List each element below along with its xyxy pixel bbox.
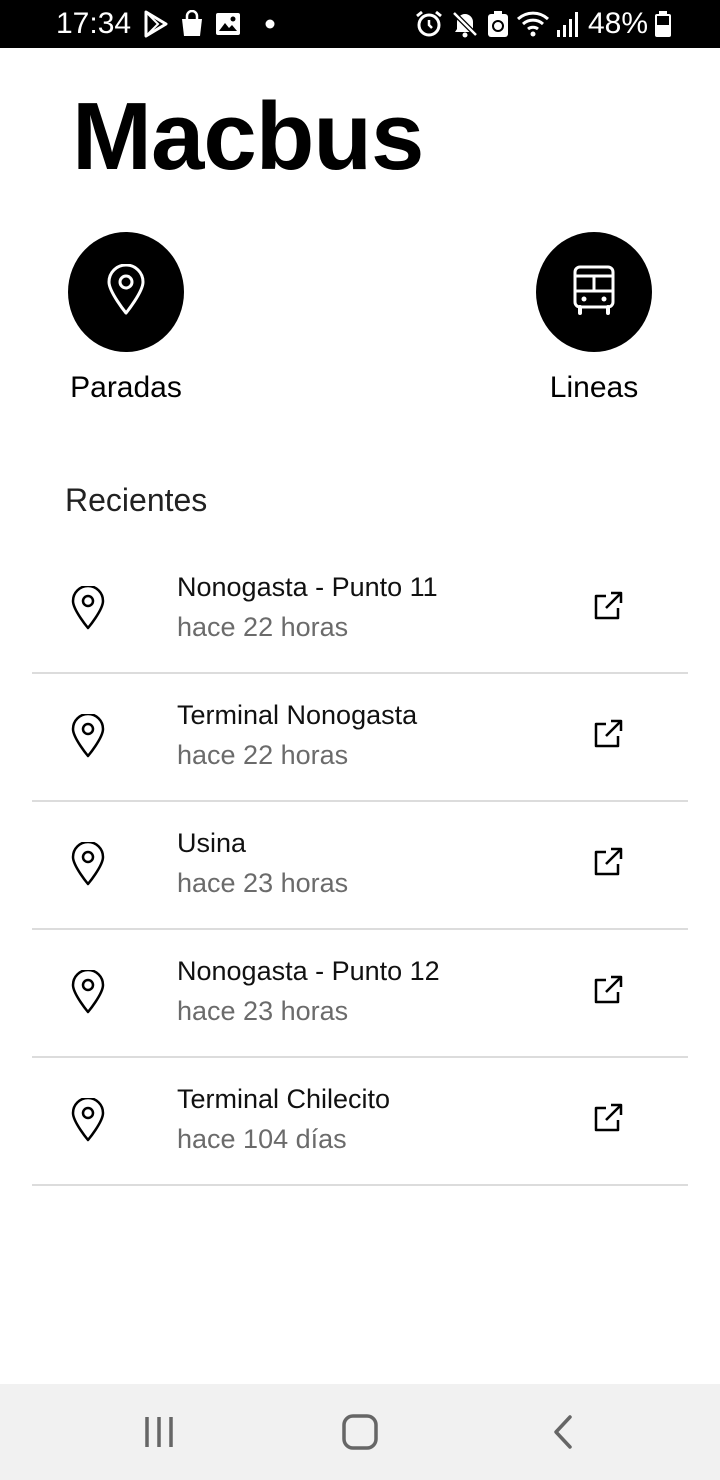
external-link-icon[interactable] xyxy=(588,1098,628,1138)
status-time: 17:34 xyxy=(56,7,132,40)
recent-item[interactable]: Terminal Chilecito hace 104 días xyxy=(32,1058,688,1186)
recent-item-time: hace 23 horas xyxy=(177,868,349,898)
recent-item-name: Nonogasta - Punto 12 xyxy=(177,956,440,986)
status-right-icons: 48% xyxy=(414,9,672,39)
recent-item-time: hace 23 horas xyxy=(177,996,349,1026)
location-pin-icon xyxy=(70,1096,106,1147)
status-left-icons xyxy=(143,9,275,39)
status-bar: 17:34 48% xyxy=(0,0,720,48)
bus-icon xyxy=(571,264,617,321)
recent-item[interactable]: Nonogasta - Punto 12 hace 23 horas xyxy=(32,930,688,1058)
sync-icon xyxy=(486,9,510,39)
location-pin-icon xyxy=(70,968,106,1019)
home-icon[interactable] xyxy=(340,1412,380,1452)
back-icon[interactable] xyxy=(542,1412,582,1452)
location-pin-icon xyxy=(105,263,147,321)
lineas-button[interactable]: Lineas xyxy=(519,232,669,422)
location-pin-icon xyxy=(70,712,106,763)
alarm-icon xyxy=(414,9,444,39)
recent-item[interactable]: Nonogasta - Punto 11 hace 22 horas xyxy=(32,546,688,674)
recent-item-time: hace 22 horas xyxy=(177,612,349,642)
signal-icon xyxy=(556,10,580,38)
recent-item[interactable]: Terminal Nonogasta hace 22 horas xyxy=(32,674,688,802)
app-title: Macbus xyxy=(72,83,424,190)
shopping-bag-icon xyxy=(179,10,205,38)
mute-icon xyxy=(450,9,480,39)
recent-item-time: hace 22 horas xyxy=(177,740,349,770)
battery-icon xyxy=(654,10,672,38)
play-store-icon xyxy=(143,10,169,38)
lineas-label: Lineas xyxy=(549,371,639,404)
recent-item-time: hace 104 días xyxy=(177,1124,347,1154)
paradas-circle[interactable] xyxy=(68,232,184,352)
external-link-icon[interactable] xyxy=(588,714,628,754)
wifi-icon xyxy=(516,9,550,39)
recent-item[interactable]: Usina hace 23 horas xyxy=(32,802,688,930)
image-icon xyxy=(215,11,241,37)
recent-apps-icon[interactable] xyxy=(139,1412,179,1452)
battery-percent: 48% xyxy=(588,7,649,40)
recent-item-name: Usina xyxy=(177,828,247,858)
navigation-bar xyxy=(0,1384,720,1480)
location-pin-icon xyxy=(70,584,106,635)
notification-dot-icon xyxy=(265,19,275,29)
recent-item-name: Terminal Nonogasta xyxy=(177,700,418,730)
external-link-icon[interactable] xyxy=(588,842,628,882)
recents-title: Recientes xyxy=(65,482,208,518)
lineas-circle[interactable] xyxy=(536,232,652,352)
recent-item-name: Terminal Chilecito xyxy=(177,1084,391,1114)
external-link-icon[interactable] xyxy=(588,970,628,1010)
location-pin-icon xyxy=(70,840,106,891)
external-link-icon[interactable] xyxy=(588,586,628,626)
paradas-button[interactable]: Paradas xyxy=(51,232,201,422)
paradas-label: Paradas xyxy=(70,371,182,404)
recent-item-name: Nonogasta - Punto 11 xyxy=(177,572,438,602)
recent-list: Nonogasta - Punto 11 hace 22 horas Termi… xyxy=(32,546,688,1186)
